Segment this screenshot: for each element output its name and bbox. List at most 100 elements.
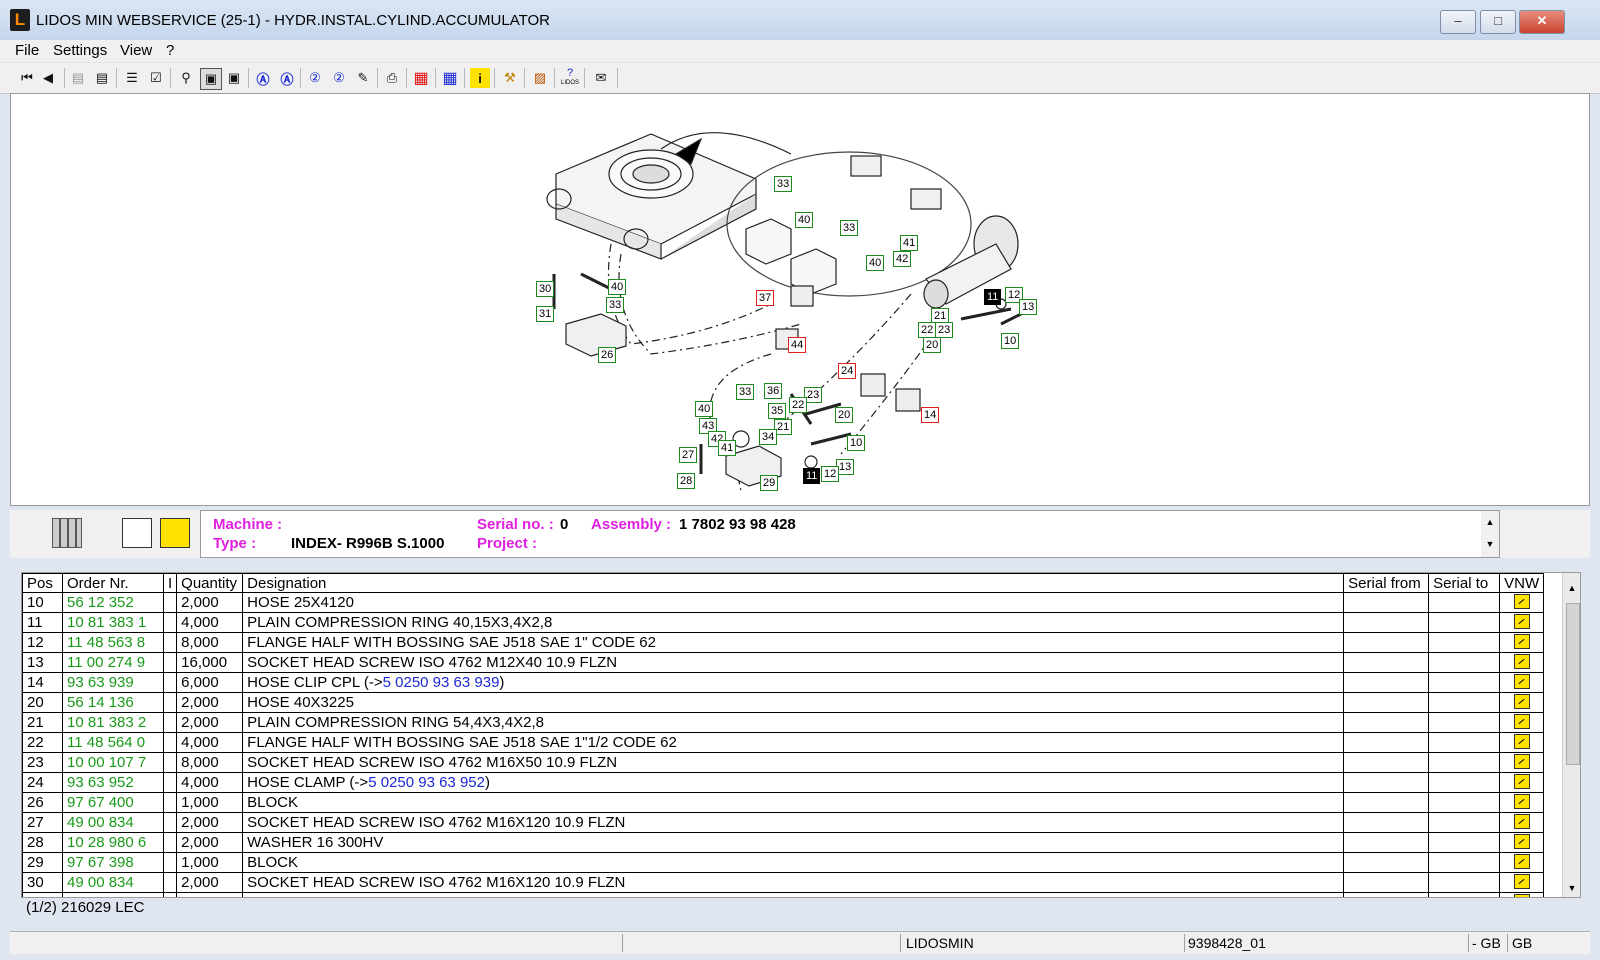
menu-file[interactable]: File [15,42,39,59]
serial-to-cell[interactable] [1428,752,1501,773]
table-row[interactable]: 14 93 63 939 6,000 HOSE CLIP CPL (->5 0250 … [22,672,1545,693]
vnw-link-icon[interactable] [1513,794,1530,809]
maximize-button[interactable]: □ [1480,10,1516,34]
table-row[interactable]: 21 10 81 383 2 2,000 PLAIN COMPRESSION RING… [22,712,1545,733]
quantity-cell[interactable]: 16,000 [176,652,244,673]
serial-from-cell[interactable] [1343,872,1430,893]
pos-cell[interactable]: 27 [22,812,63,833]
menu-view[interactable]: View [120,42,152,59]
vnw-cell[interactable] [1499,752,1545,773]
quantity-cell[interactable]: 8,000 [176,632,244,653]
designation-cell[interactable]: SOCKET HEAD SCREW ISO 4762 M16X50 10.9 F… [242,752,1345,773]
page-icon[interactable]: ▣ [200,68,222,90]
vnw-cell[interactable] [1499,692,1545,713]
parts-icon[interactable]: ▨ [530,68,550,88]
close-button[interactable]: ✕ [1519,10,1565,34]
callout-40[interactable]: 40 [608,279,627,295]
serial-to-cell[interactable] [1428,792,1501,813]
pos-cell[interactable]: 30 [22,872,63,893]
vnw-cell[interactable] [1499,672,1545,693]
callout-11[interactable]: 11 [984,289,1002,305]
grid-blue-icon[interactable]: ▦ [440,68,460,88]
callout-29[interactable]: 29 [760,475,779,491]
order-cell[interactable]: 10 81 383 1 [62,612,164,633]
pos-cell[interactable]: 12 [22,632,63,653]
vnw-cell[interactable] [1499,832,1545,853]
table-row[interactable]: 11 10 81 383 1 4,000 PLAIN COMPRESSION RING… [22,612,1545,633]
pos-cell[interactable]: 28 [22,832,63,853]
quantity-cell[interactable]: 2,000 [176,692,244,713]
callout-36[interactable]: 36 [764,383,783,399]
quantity-cell[interactable]: 2,000 [176,832,244,853]
minimize-button[interactable]: – [1440,10,1476,34]
serial-from-cell[interactable] [1343,592,1430,613]
designation-cell[interactable]: PLAIN COMPRESSION RING 40,15X3,4X2,8 [242,612,1345,633]
first-icon[interactable]: ⏮ [17,68,37,88]
pos-cell[interactable]: 26 [22,792,63,813]
pos-cell[interactable]: 11 [22,612,63,633]
designation-cell[interactable]: SOCKET HEAD SCREW ISO 4762 M12X40 10.9 F… [242,652,1345,673]
search-2-next-icon[interactable]: ② [329,68,349,88]
col-i[interactable]: I [162,573,178,593]
i-cell[interactable] [162,812,178,833]
callout-14[interactable]: 14 [921,407,940,423]
serial-to-cell[interactable] [1428,652,1501,673]
callout-10[interactable]: 10 [1001,333,1020,349]
order-cell[interactable]: 49 00 834 [62,812,164,833]
callout-41[interactable]: 41 [718,440,737,456]
vnw-cell[interactable] [1499,852,1545,873]
vnw-link-icon[interactable] [1513,714,1530,729]
callout-13[interactable]: 13 [1019,299,1038,315]
i-cell[interactable] [162,792,178,813]
callout-27[interactable]: 27 [679,447,698,463]
vnw-cell[interactable] [1499,652,1545,673]
serial-from-cell[interactable] [1343,732,1430,753]
vnw-link-icon[interactable] [1513,834,1530,849]
col-vnw[interactable]: VNW [1499,573,1545,593]
quantity-cell[interactable]: 4,000 [176,732,244,753]
order-cell[interactable]: 49 00 834 [62,872,164,893]
table-row[interactable]: 30 49 00 834 2,000 SOCKET HEAD SCREW ISO 47… [22,872,1545,893]
callout-33[interactable]: 33 [606,297,625,313]
reference-link[interactable]: 5 0250 93 63 952 [368,774,485,791]
vnw-link-icon[interactable] [1513,734,1530,749]
quantity-cell[interactable]: 2,000 [176,872,244,893]
serial-from-cell[interactable] [1343,692,1430,713]
table-row[interactable]: 10 56 12 352 2,000 HOSE 25X4120 [22,592,1545,613]
callout-11[interactable]: 11 [803,468,821,484]
vnw-cell[interactable] [1499,872,1545,893]
vnw-cell[interactable] [1499,712,1545,733]
serial-from-cell[interactable] [1343,812,1430,833]
pos-cell[interactable]: 22 [22,732,63,753]
table-row[interactable]: 27 49 00 834 2,000 SOCKET HEAD SCREW ISO 47… [22,812,1545,833]
designation-cell[interactable]: BLOCK [242,792,1345,813]
i-cell[interactable] [162,692,178,713]
designation-cell[interactable]: PLAIN COMPRESSION RING 54,4X3,4X2,8 [242,712,1345,733]
order-cell[interactable]: 97 67 398 [62,852,164,873]
i-cell[interactable] [162,612,178,633]
serial-to-cell[interactable] [1428,812,1501,833]
vnw-link-icon[interactable] [1513,674,1530,689]
col-order[interactable]: Order Nr. [62,573,164,593]
pos-cell[interactable]: 20 [22,692,63,713]
serial-to-cell[interactable] [1428,632,1501,653]
vnw-cell[interactable] [1499,632,1545,653]
scroll-thumb[interactable] [1566,603,1580,765]
drawing-link-icon[interactable] [160,518,190,548]
serial-from-cell[interactable] [1343,852,1430,873]
pos-cell[interactable]: 23 [22,752,63,773]
order-cell[interactable]: 10 28 980 6 [62,832,164,853]
serial-from-cell[interactable] [1343,712,1430,733]
i-cell[interactable] [162,632,178,653]
serial-from-cell[interactable] [1343,632,1430,653]
quantity-cell[interactable]: 1,000 [176,852,244,873]
i-cell[interactable] [162,832,178,853]
order-cell[interactable]: 11 00 274 9 [62,652,164,673]
col-serial-from[interactable]: Serial from [1343,573,1430,593]
order-cell[interactable]: 10 28 980 6 [62,892,164,897]
table-row[interactable]: 22 11 48 564 0 4,000 FLANGE HALF WITH BOSSI… [22,732,1545,753]
callout-33[interactable]: 33 [774,176,793,192]
i-cell[interactable] [162,892,178,897]
callout-20[interactable]: 20 [923,337,942,353]
callout-22[interactable]: 22 [918,322,937,338]
